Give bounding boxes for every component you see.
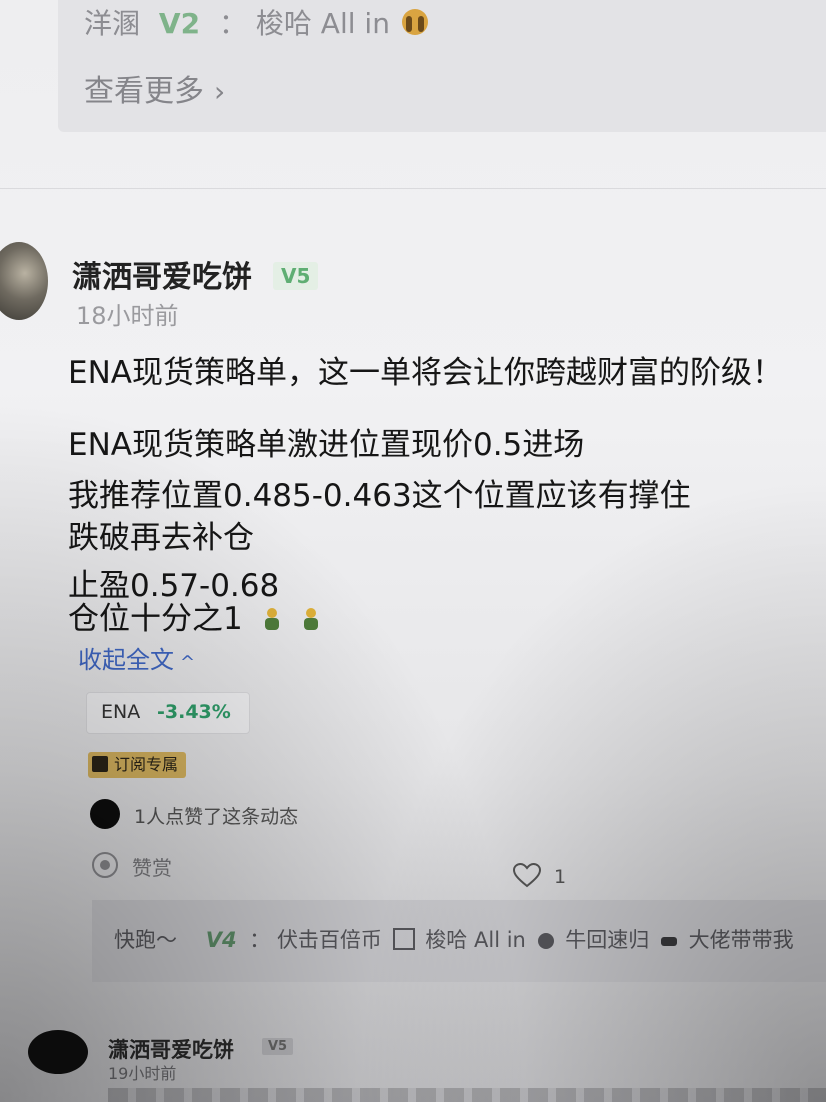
- liker-avatar[interactable]: [90, 799, 120, 829]
- collapse-label: 收起全文: [78, 646, 174, 674]
- heart-icon[interactable]: [512, 862, 542, 888]
- bull-emoji-icon: [660, 937, 677, 946]
- chevron-up-icon: ^: [180, 652, 196, 673]
- diamond-icon: [92, 756, 108, 772]
- collapse-text-link[interactable]: 收起全文 ^: [78, 640, 195, 675]
- praying-figure-emoji-icon: [264, 608, 279, 630]
- comment-text: 梭哈 All in: [425, 928, 526, 952]
- comment-text: 伏击百倍币: [276, 928, 382, 952]
- hands-over-face-emoji-icon: [537, 933, 554, 949]
- post-text-line: ENA现货策略单，这一单将会让你跨越财富的阶级！: [68, 355, 783, 391]
- chart-emoji-icon: [392, 928, 415, 950]
- previous-comment-line: 洋溷 V2 ： 梭哈 All in: [84, 2, 431, 42]
- post-text-line: 我推荐位置0.485-0.463这个位置应该有撑住: [68, 478, 691, 514]
- comment-text: 大佬带带我: [688, 928, 794, 952]
- coin-tag[interactable]: ENA -3.43%: [86, 692, 250, 734]
- post-text: 仓位十分之1: [68, 601, 243, 637]
- tip-icon[interactable]: [92, 852, 118, 878]
- comment-username[interactable]: 洋溷: [84, 7, 140, 40]
- post-timestamp: 19小时前: [108, 1064, 177, 1083]
- like-count: 1: [554, 866, 567, 888]
- comment-colon: ：: [249, 928, 271, 952]
- tip-button-label[interactable]: 赞赏: [132, 852, 172, 881]
- comment-line: 快跑～ V4 ： 伏击百倍币 梭哈 All in 牛回速归 大佬带带我: [114, 924, 794, 954]
- liked-by-text[interactable]: 1人点赞了这条动态: [134, 802, 298, 829]
- praying-figure-emoji-icon: [304, 608, 319, 630]
- comment-text: 梭哈 All in: [255, 7, 390, 40]
- truncated-post-text: [108, 1088, 826, 1102]
- comment-level-badge: V2: [158, 7, 201, 40]
- comment-username[interactable]: 快跑～: [114, 928, 177, 952]
- comment-colon: ：: [218, 7, 247, 40]
- comment-level-badge: V4: [205, 928, 237, 952]
- see-more-link[interactable]: 查看更多 ›: [84, 66, 225, 110]
- hands-over-face-emoji-icon: [401, 9, 428, 35]
- post-text-line: 跌破再去补仓: [68, 520, 254, 556]
- chevron-right-icon: ›: [214, 75, 226, 108]
- coin-price-change: -3.43%: [157, 701, 231, 723]
- subscription-badge: 订阅专属: [88, 752, 187, 778]
- comment-text: 牛回速归: [565, 928, 650, 952]
- post-text-line: ENA现货策略单激进位置现价0.5进场: [68, 427, 585, 463]
- coin-symbol: ENA: [101, 701, 141, 723]
- post-text-line-with-emoji: 仓位十分之1: [68, 593, 322, 638]
- post-username[interactable]: 潇洒哥爱吃饼: [72, 252, 252, 296]
- see-more-label: 查看更多: [84, 74, 204, 109]
- post-level-badge: V5: [262, 1038, 294, 1055]
- post-level-badge: V5: [273, 262, 319, 290]
- avatar[interactable]: [28, 1030, 88, 1074]
- post-divider: [0, 188, 826, 189]
- subscription-label: 订阅专属: [114, 755, 179, 774]
- post-timestamp: 18小时前: [76, 302, 179, 330]
